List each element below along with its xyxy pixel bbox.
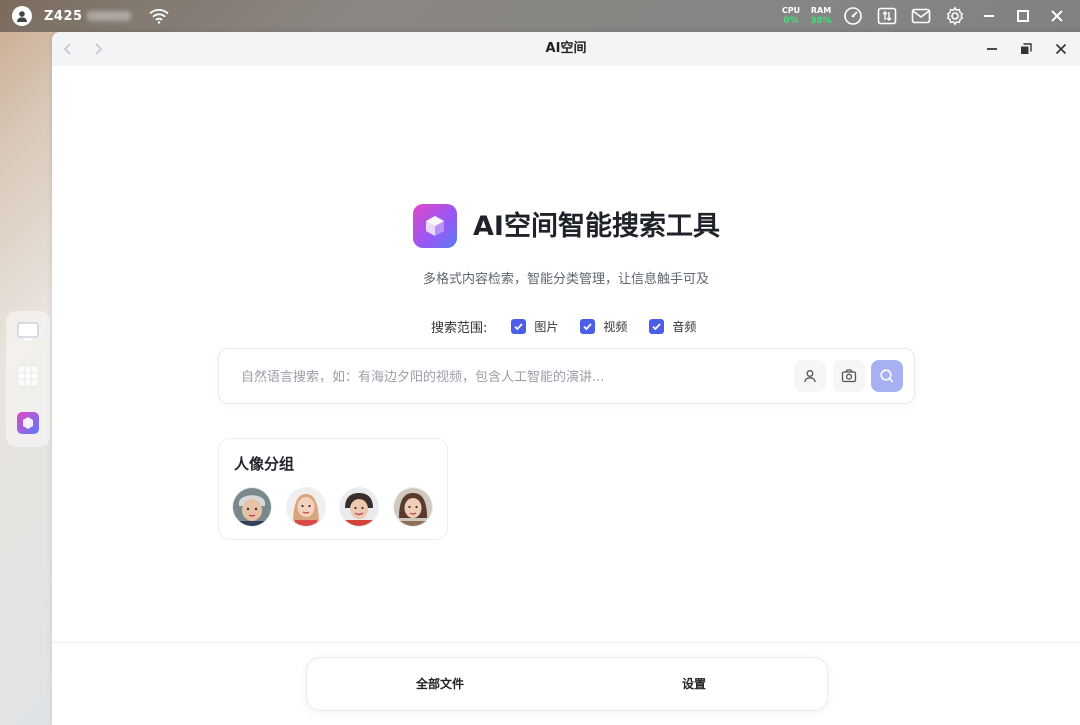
scope-option-label: 视频	[603, 319, 628, 334]
left-dock	[6, 311, 50, 447]
close-icon[interactable]	[1040, 0, 1074, 32]
portrait-group-card[interactable]: 人像分组	[218, 438, 448, 540]
search-button[interactable]	[871, 360, 903, 392]
device-name: Z425	[44, 8, 83, 24]
scope-checkbox-video[interactable]: 视频	[580, 318, 627, 335]
scope-checkbox-audio[interactable]: 音频	[649, 318, 696, 335]
window-titlebar: AI空间	[52, 32, 1080, 66]
app-grid-icon[interactable]	[17, 365, 39, 387]
all-files-button[interactable]: 全部文件	[340, 658, 540, 710]
scope-option-label: 音频	[672, 319, 697, 334]
user-avatar-icon[interactable]	[12, 6, 32, 26]
hero-title: AI空间智能搜索工具	[473, 211, 720, 242]
window-minimize-icon[interactable]	[982, 39, 1002, 59]
cpu-stat: CPU 0%	[776, 6, 806, 26]
search-input[interactable]	[239, 349, 783, 405]
search-icon	[880, 369, 894, 383]
maximize-icon[interactable]	[1006, 0, 1040, 32]
portrait-group-title: 人像分组	[234, 455, 295, 473]
monitor-icon[interactable]	[17, 321, 39, 343]
face-avatar-2[interactable]	[287, 488, 325, 526]
person-icon	[804, 370, 816, 383]
ai-space-app-icon[interactable]	[17, 412, 39, 434]
checkbox-checked-icon[interactable]	[580, 318, 596, 334]
search-scope: 搜索范围: 图片 视频 音频	[431, 316, 718, 336]
face-avatar-3[interactable]	[340, 488, 378, 526]
camera-icon	[841, 369, 857, 383]
window-title: AI空间	[545, 41, 587, 56]
window-restore-icon[interactable]	[1016, 39, 1036, 59]
mail-icon[interactable]	[904, 0, 938, 32]
cpu-value: 0%	[783, 16, 799, 26]
window-close-icon[interactable]	[1051, 39, 1071, 59]
bottom-nav-bar: 全部文件 设置	[306, 657, 828, 711]
hero-subtitle: 多格式内容检索，智能分类管理，让信息触手可及	[422, 272, 709, 287]
face-avatar-4[interactable]	[394, 488, 432, 526]
scope-checkbox-image[interactable]: 图片	[511, 318, 558, 335]
device-name-redacted	[86, 11, 131, 21]
ram-stat: RAM 38%	[806, 6, 836, 26]
search-scope-label: 搜索范围:	[431, 320, 488, 336]
transfer-icon[interactable]	[870, 0, 904, 32]
checkbox-checked-icon[interactable]	[511, 318, 527, 334]
speedometer-icon[interactable]	[836, 0, 870, 32]
ram-label: RAM	[810, 6, 832, 15]
search-box	[218, 348, 915, 405]
wifi-icon[interactable]	[148, 8, 169, 24]
ai-space-logo-icon	[413, 204, 457, 248]
image-search-button[interactable]	[833, 360, 865, 392]
person-search-button[interactable]	[794, 360, 826, 392]
minimize-icon[interactable]	[972, 0, 1006, 32]
cpu-label: CPU	[781, 6, 801, 15]
face-avatar-1[interactable]	[233, 488, 271, 526]
bottom-divider	[52, 642, 1080, 643]
ram-value: 38%	[810, 16, 832, 26]
gear-icon[interactable]	[938, 0, 972, 32]
system-taskbar: Z425 CPU 0% RAM 38%	[0, 0, 1080, 32]
checkbox-checked-icon[interactable]	[649, 318, 665, 334]
settings-button[interactable]: 设置	[594, 658, 794, 710]
scope-option-label: 图片	[534, 319, 559, 334]
ai-space-window: AI空间 AI空间智能搜索工具 多格式内容检索，智能分类管理，让信息触手可及 搜…	[52, 32, 1080, 725]
